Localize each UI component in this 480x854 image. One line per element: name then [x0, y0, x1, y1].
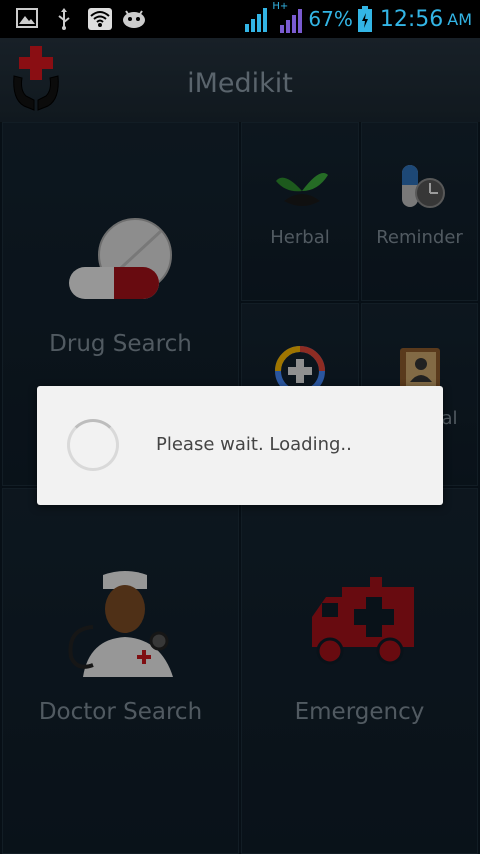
- image-icon: [16, 8, 38, 28]
- status-right: H+ 67% 12:56 AM: [244, 1, 472, 34]
- status-bar: H+ 67% 12:56 AM: [0, 0, 480, 38]
- clock-ampm: AM: [447, 9, 472, 29]
- battery-icon: [357, 6, 372, 32]
- clock-time: 12:56: [379, 6, 444, 32]
- usb-icon: [58, 8, 70, 30]
- hplus-signal-icon: H+: [272, 1, 303, 33]
- loading-dialog: Please wait. Loading..: [37, 386, 443, 505]
- signal-icon: [245, 8, 268, 32]
- wifi-icon: [88, 8, 112, 30]
- loading-spinner-icon: [67, 419, 119, 471]
- android-debug-icon: [123, 10, 145, 28]
- battery-percent: 67%: [308, 7, 353, 31]
- loading-message: Please wait. Loading..: [156, 434, 352, 455]
